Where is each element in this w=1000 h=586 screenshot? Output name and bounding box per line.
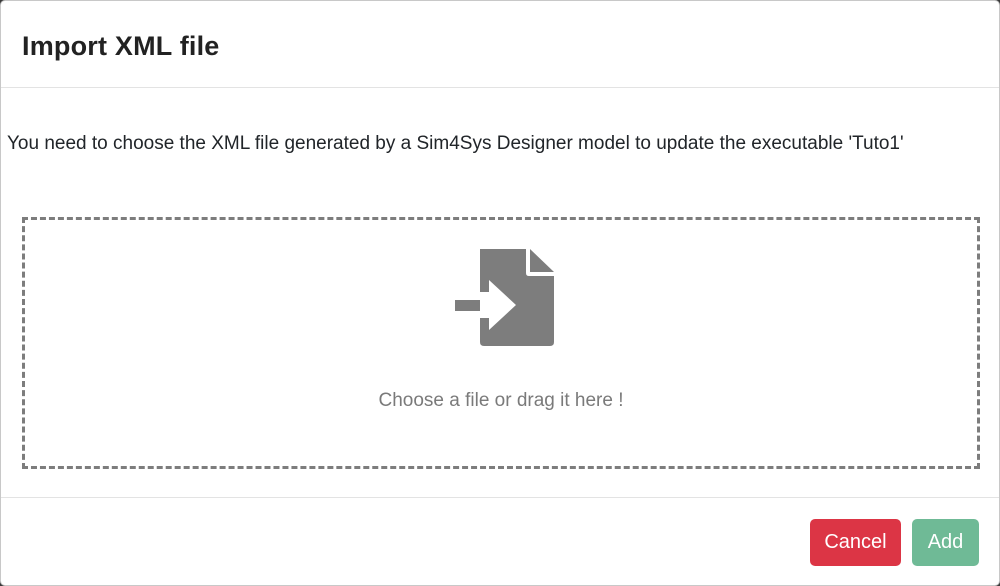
cancel-button[interactable]: Cancel [810, 519, 901, 566]
dialog-header: Import XML file [1, 1, 999, 88]
dropzone-text: Choose a file or drag it here ! [378, 390, 624, 411]
file-import-icon [455, 249, 554, 346]
dialog-title: Import XML file [22, 31, 220, 61]
import-xml-dialog: Import XML file You need to choose the X… [0, 0, 1000, 586]
add-button[interactable]: Add [912, 519, 979, 566]
dialog-description: You need to choose the XML file generate… [7, 133, 904, 154]
dialog-footer: Cancel Add [1, 497, 999, 585]
file-dropzone[interactable]: Choose a file or drag it here ! [22, 217, 980, 469]
